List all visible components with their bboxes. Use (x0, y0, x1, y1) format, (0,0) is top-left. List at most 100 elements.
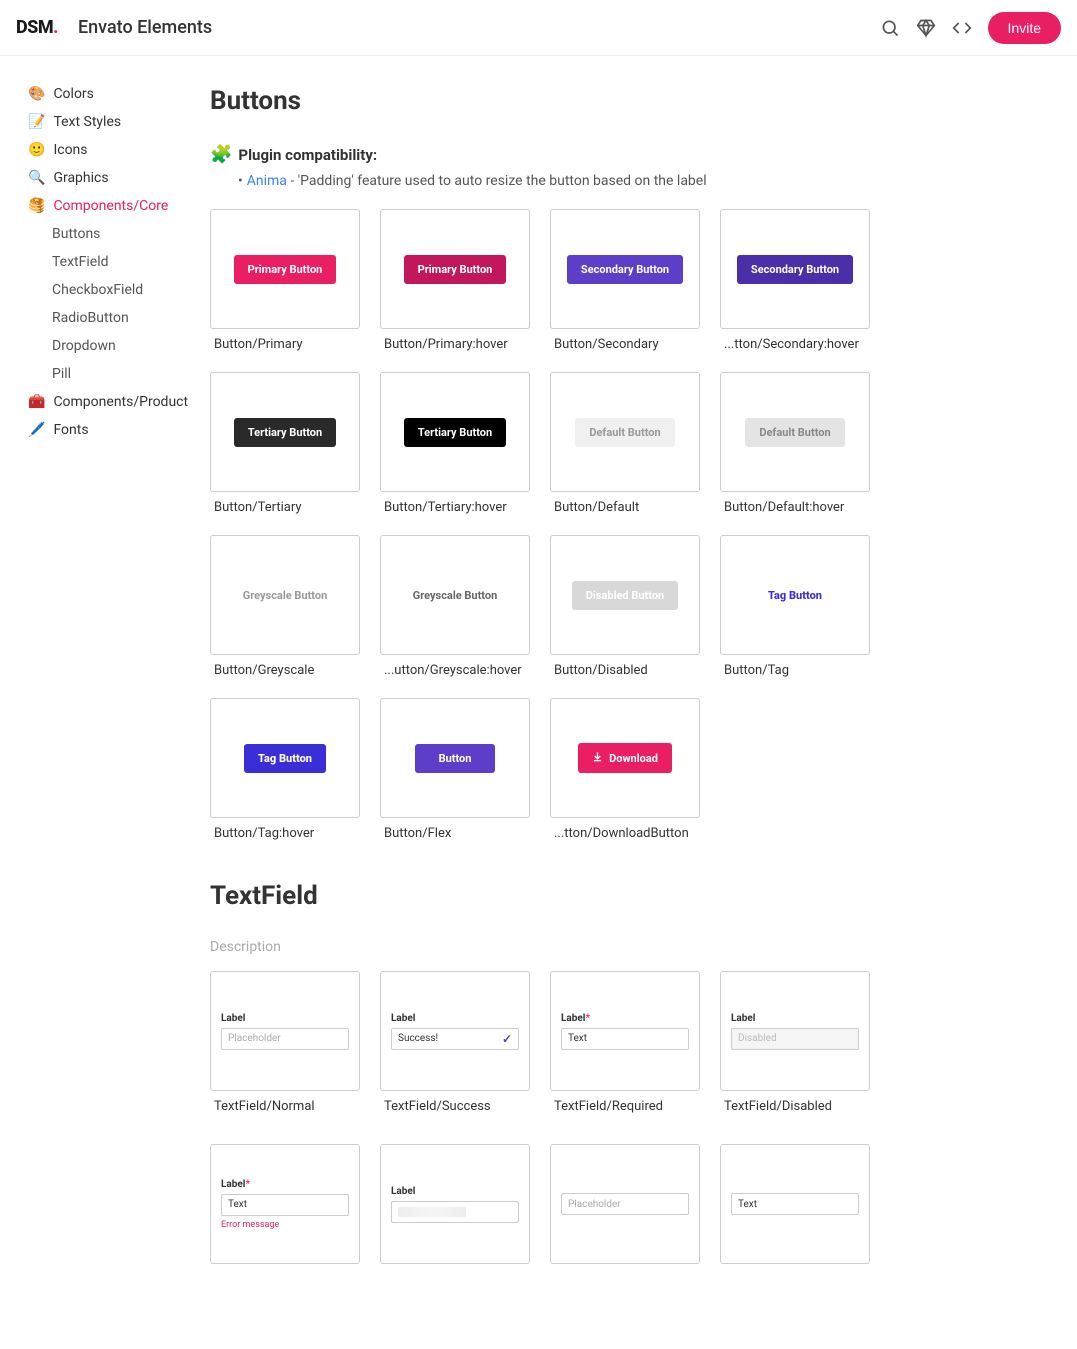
textfield-grid: Label Placeholder TextField/Normal Label Suc… (210, 971, 1047, 1114)
buttons-grid: Primary ButtonButton/PrimaryPrimary Butt… (210, 209, 1047, 841)
field-input: Text (561, 1028, 689, 1050)
component-label: Button/Primary (210, 337, 360, 352)
component-card[interactable]: Label Disabled TextField/Disabled (720, 971, 870, 1114)
component-label: utton/Greyscale:hover (380, 663, 530, 678)
field-input (391, 1201, 519, 1223)
component-card[interactable]: Label (380, 1144, 530, 1264)
preview-button: Default Button (745, 418, 844, 447)
component-card[interactable]: Disabled ButtonButton/Disabled (550, 535, 700, 678)
component-label: tton/Secondary:hover (720, 337, 870, 352)
field-label: Label (391, 1013, 519, 1024)
nav-sub-buttons[interactable]: Buttons (28, 220, 200, 248)
component-card[interactable]: Tertiary Button Button/Tertiary (210, 372, 360, 515)
nav-icons[interactable]: 🙂Icons (28, 136, 200, 164)
component-label: Button/Tertiary:hover (380, 500, 530, 515)
preview-button: Tertiary Button (404, 418, 506, 447)
nav-graphics[interactable]: 🔍Graphics (28, 164, 200, 192)
component-card[interactable]: Download tton/DownloadButton (550, 698, 700, 841)
app-header: DSM. Envato Elements Invite (0, 0, 1077, 56)
nav-sub-dropdown[interactable]: Dropdown (28, 332, 200, 360)
field-input: Text (221, 1194, 349, 1216)
field-input: Disabled (731, 1028, 859, 1050)
component-label: Button/Secondary (550, 337, 700, 352)
component-card[interactable]: Tag ButtonButton/Tag:hover (210, 698, 360, 841)
component-label: Button/Tag:hover (210, 826, 360, 841)
field-input: Placeholder (561, 1193, 689, 1215)
component-label: TextField/Normal (210, 1099, 360, 1114)
compat-line: •Anima - 'Padding' feature used to auto … (238, 173, 1047, 189)
nav-sub-pill[interactable]: Pill (28, 360, 200, 388)
preview-button: Secondary Button (567, 255, 683, 284)
component-label: Button/Tag (720, 663, 870, 678)
component-label: Button/Greyscale (210, 663, 360, 678)
component-label: Button/Disabled (550, 663, 700, 678)
preview-button: Primary Button (234, 255, 337, 284)
nav-sub-textfield[interactable]: TextField (28, 248, 200, 276)
textfield-desc: Description (210, 939, 1047, 955)
component-card[interactable]: Greyscale ButtonButton/Greyscale (210, 535, 360, 678)
sidebar: 🎨Colors 📝Text Styles 🙂Icons 🔍Graphics 🥞C… (0, 56, 200, 1324)
nav-colors[interactable]: 🎨Colors (28, 80, 200, 108)
component-label: Button/Default (550, 500, 700, 515)
component-card[interactable]: Button Button/Flex (380, 698, 530, 841)
invite-button[interactable]: Invite (988, 12, 1061, 44)
download-icon (592, 751, 603, 765)
component-card[interactable]: Default Button Button/Default (550, 372, 700, 515)
search-icon[interactable] (872, 10, 908, 46)
preview-button: Secondary Button (737, 255, 853, 284)
nav-components-core[interactable]: 🥞Components/Core (28, 192, 200, 220)
component-card[interactable]: Default Button Button/Default:hover (720, 372, 870, 515)
component-label: Button/Primary:hover (380, 337, 530, 352)
component-card[interactable]: Label*TextError message (210, 1144, 360, 1264)
component-card[interactable]: Label* Text TextField/Required (550, 971, 700, 1114)
check-icon: ✓ (502, 1032, 512, 1046)
field-label: Label* (561, 1013, 689, 1024)
app-title: Envato Elements (78, 17, 212, 38)
section-title-textfield: TextField (210, 881, 1047, 911)
anima-link[interactable]: Anima (247, 173, 287, 189)
nav-fonts[interactable]: 🖊️Fonts (28, 416, 200, 444)
component-card[interactable]: Label Placeholder TextField/Normal (210, 971, 360, 1114)
component-label: Button/Tertiary (210, 500, 360, 515)
field-label: Label (391, 1186, 519, 1197)
component-card[interactable]: Text (720, 1144, 870, 1264)
component-label: tton/DownloadButton (550, 826, 700, 841)
nav-components-product[interactable]: 🧰Components/Product (28, 388, 200, 416)
nav-sub-checkboxfield[interactable]: CheckboxField (28, 276, 200, 304)
component-card[interactable]: Greyscale Button utton/Greyscale:hover (380, 535, 530, 678)
preview-button: Greyscale Button (399, 581, 512, 610)
component-card[interactable]: Tertiary Button Button/Tertiary:hover (380, 372, 530, 515)
logo: DSM. (16, 17, 58, 38)
component-card[interactable]: Primary Button Button/Primary (210, 209, 360, 352)
component-label: Button/Flex (380, 826, 530, 841)
field-input: Text (731, 1193, 859, 1215)
preview-button: Tertiary Button (234, 418, 336, 447)
textfield-grid-2: Label*TextError messageLabelPlaceholderT… (210, 1144, 1047, 1264)
component-label: TextField/Success (380, 1099, 530, 1114)
component-label: TextField/Required (550, 1099, 700, 1114)
preview-button: Download (578, 743, 672, 773)
component-card[interactable]: Secondary Button tton/Secondary:hover (720, 209, 870, 352)
field-label: Label (731, 1013, 859, 1024)
component-card[interactable]: Label Success!✓ TextField/Success (380, 971, 530, 1114)
component-label: Button/Default:hover (720, 500, 870, 515)
field-label: Label (221, 1013, 349, 1024)
nav-sub-radiobutton[interactable]: RadioButton (28, 304, 200, 332)
component-card[interactable]: Tag Button Button/Tag (720, 535, 870, 678)
preview-button: Tag Button (754, 581, 836, 610)
component-card[interactable]: Placeholder (550, 1144, 700, 1264)
code-icon[interactable] (944, 10, 980, 46)
skeleton-loader (398, 1207, 466, 1217)
component-card[interactable]: Secondary Button Button/Secondary (550, 209, 700, 352)
preview-button: Primary Button (404, 255, 507, 284)
preview-button: Default Button (575, 418, 674, 447)
component-label: TextField/Disabled (720, 1099, 870, 1114)
field-input: Placeholder (221, 1028, 349, 1050)
error-message: Error message (221, 1220, 349, 1230)
main-content: Buttons 🧩Plugin compatibility: •Anima - … (200, 56, 1077, 1324)
field-input: Success!✓ (391, 1028, 519, 1050)
preview-button: Button (415, 744, 496, 773)
nav-text-styles[interactable]: 📝Text Styles (28, 108, 200, 136)
component-card[interactable]: Primary Button Button/Primary:hover (380, 209, 530, 352)
diamond-icon[interactable] (908, 10, 944, 46)
